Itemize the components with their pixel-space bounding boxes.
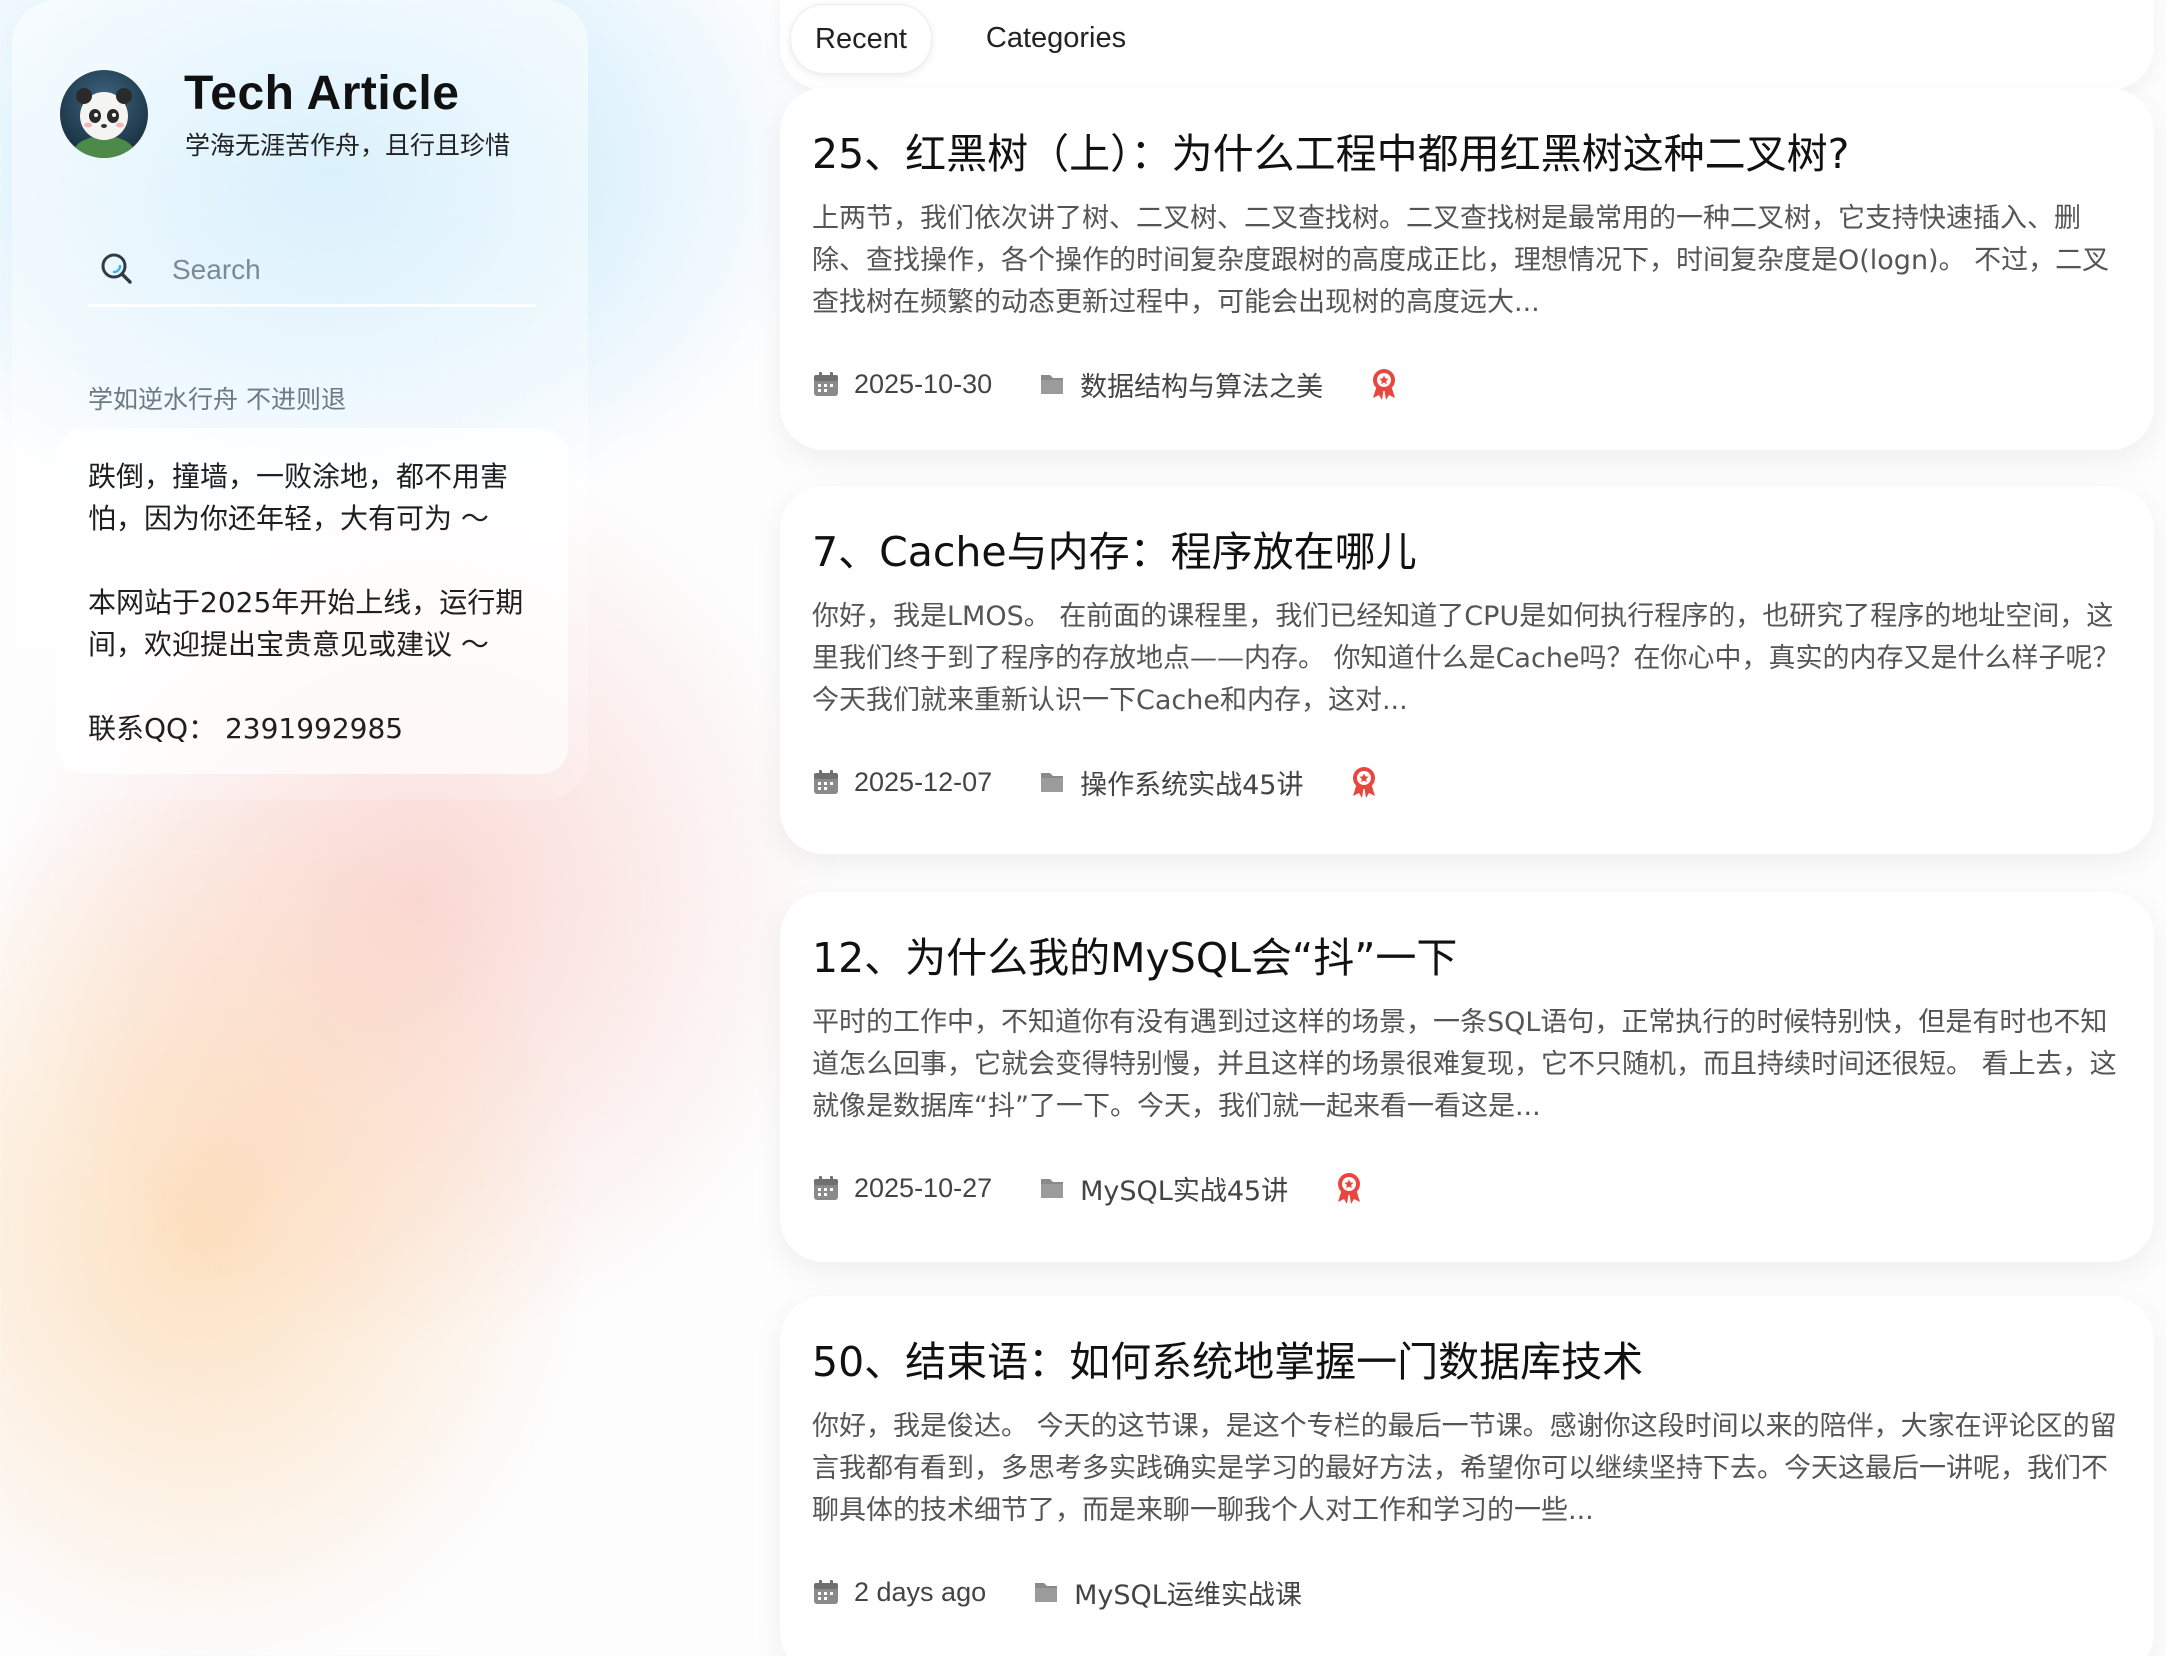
sidebar: Tech Article 学海无涯苦作舟，且行且珍惜 学如逆水行舟 不进则退 跌… (12, 0, 588, 800)
calendar-icon (814, 770, 838, 794)
article-card[interactable]: 12、为什么我的MySQL会“抖”一下 平时的工作中，不知道你有没有遇到过这样的… (780, 892, 2154, 1262)
panda-avatar-icon[interactable] (60, 70, 148, 158)
folder-icon (1035, 1583, 1058, 1602)
article-card[interactable]: 25、红黑树（上）：为什么工程中都用红黑树这种二叉树? 上两节，我们依次讲了树、… (780, 88, 2154, 450)
article-title[interactable]: 25、红黑树（上）：为什么工程中都用红黑树这种二叉树? (812, 120, 2132, 180)
info-line-encouragement: 跌倒，撞墙，一败涂地，都不用害怕，因为你还年轻，大有可为 ～ (88, 460, 509, 535)
article-excerpt: 你好，我是LMOS。 在前面的课程里，我们已经知道了CPU是如何执行程序的，也研… (812, 601, 2120, 716)
article-category[interactable]: 数据结构与算法之美 (1080, 365, 1323, 404)
search-icon[interactable] (98, 250, 136, 288)
site-title[interactable]: Tech Article (184, 66, 459, 121)
folder-icon (1041, 375, 1064, 394)
award-ribbon-icon (1353, 767, 1376, 798)
folder-icon (1041, 1179, 1064, 1198)
article-excerpt: 上两节，我们依次讲了树、二叉树、二叉查找树。二叉查找树是最常用的一种二叉树，它支… (812, 203, 2110, 318)
tab-recent[interactable]: Recent (790, 4, 932, 74)
article-title[interactable]: 50、结束语：如何系统地掌握一门数据库技术 (812, 1328, 2132, 1388)
article-title[interactable]: 12、为什么我的MySQL会“抖”一下 (812, 924, 2132, 984)
article-card[interactable]: 50、结束语：如何系统地掌握一门数据库技术 你好，我是俊达。 今天的这节课，是这… (780, 1296, 2154, 1656)
article-title[interactable]: 7、Cache与内存：程序放在哪儿 (812, 518, 2132, 578)
article-meta: 2025-12-07 操作系统实战45讲 (812, 762, 1381, 802)
article-meta: 2025-10-30 数据结构与算法之美 (812, 364, 1401, 404)
article-meta: 2025-10-27 MySQL实战45讲 (812, 1168, 1366, 1208)
article-date: 2025-10-27 (854, 1172, 993, 1203)
motto-label: 学如逆水行舟 不进则退 (88, 385, 346, 414)
article-category[interactable]: MySQL实战45讲 (1080, 1169, 1288, 1208)
site-subtitle: 学海无涯苦作舟，且行且珍惜 (185, 131, 511, 160)
award-ribbon-icon (1338, 1173, 1361, 1204)
info-line-contact-qq: 联系QQ： 2391992985 (88, 712, 404, 745)
feed-tabs: Recent Categories (780, 0, 2154, 90)
article-excerpt: 平时的工作中，不知道你有没有遇到过这样的场景，一条SQL语句，正常执行的时候特别… (812, 1007, 2117, 1122)
article-card[interactable]: 7、Cache与内存：程序放在哪儿 你好，我是LMOS。 在前面的课程里，我们已… (780, 486, 2154, 854)
info-card: 跌倒，撞墙，一败涂地，都不用害怕，因为你还年轻，大有可为 ～ 本网站于2025年… (56, 428, 568, 774)
folder-icon (1041, 773, 1064, 792)
tab-categories[interactable]: Categories (966, 4, 1146, 72)
info-line-site-notice: 本网站于2025年开始上线，运行期间，欢迎提出宝贵意见或建议 ～ (88, 586, 524, 661)
award-ribbon-icon (1373, 369, 1396, 400)
article-category[interactable]: MySQL运维实战课 (1074, 1573, 1302, 1612)
article-meta: 2 days ago MySQL运维实战课 (812, 1572, 1302, 1612)
search-input[interactable] (172, 246, 522, 294)
calendar-icon (814, 1176, 838, 1200)
article-date: 2 days ago (854, 1576, 987, 1607)
article-date: 2025-12-07 (854, 766, 993, 797)
calendar-icon (814, 1580, 838, 1604)
calendar-icon (814, 372, 838, 396)
article-excerpt: 你好，我是俊达。 今天的这节课，是这个专栏的最后一节课。感谢你这段时间以来的陪伴… (812, 1411, 2117, 1526)
search-box (88, 238, 536, 307)
article-date: 2025-10-30 (854, 368, 993, 399)
article-category[interactable]: 操作系统实战45讲 (1080, 763, 1303, 802)
